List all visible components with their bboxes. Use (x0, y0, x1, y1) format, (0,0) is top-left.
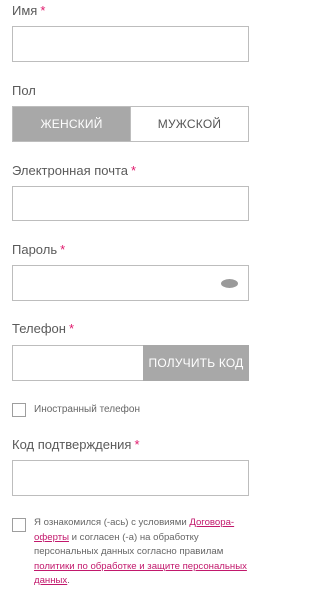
get-code-button[interactable]: ПОЛУЧИТЬ КОД (143, 345, 249, 381)
foreign-phone-checkbox[interactable] (12, 403, 26, 417)
email-label-text: Электронная почта (12, 163, 129, 178)
consent-text-part: . (67, 575, 70, 586)
name-label: Имя * (12, 3, 45, 18)
consent-text: Я ознакомился (-ась) с условиями Договор… (34, 516, 250, 589)
gender-toggle: ЖЕНСКИЙ МУЖСКОЙ (12, 106, 249, 142)
phone-label-text: Телефон (12, 321, 66, 336)
required-mark: * (60, 242, 66, 257)
consent-checkbox[interactable] (12, 518, 26, 532)
confirm-code-label-text: Код подтверждения (12, 437, 132, 452)
required-mark: * (134, 437, 140, 452)
gender-male-button[interactable]: МУЖСКОЙ (130, 107, 248, 141)
password-field[interactable] (12, 265, 249, 301)
required-mark: * (40, 3, 46, 18)
consent-text-part: Я ознакомился (-ась) с условиями (34, 517, 190, 528)
name-input[interactable] (12, 26, 249, 62)
phone-label: Телефон * (12, 321, 74, 336)
confirm-code-input[interactable] (12, 460, 249, 496)
password-label-text: Пароль (12, 242, 58, 257)
phone-input[interactable] (12, 345, 144, 381)
foreign-phone-label: Иностранный телефон (34, 404, 140, 415)
gender-label: Пол (12, 83, 36, 98)
required-mark: * (68, 321, 74, 336)
privacy-policy-link[interactable]: политики по обработке и защите персональ… (34, 561, 247, 587)
email-field[interactable] (12, 186, 249, 221)
password-label: Пароль * (12, 242, 65, 257)
confirm-code-label: Код подтверждения * (12, 437, 140, 452)
name-label-text: Имя (12, 3, 38, 18)
required-mark: * (131, 163, 137, 178)
show-password-icon[interactable] (221, 279, 238, 288)
gender-female-button[interactable]: ЖЕНСКИЙ (13, 107, 130, 141)
email-label: Электронная почта * (12, 163, 136, 178)
